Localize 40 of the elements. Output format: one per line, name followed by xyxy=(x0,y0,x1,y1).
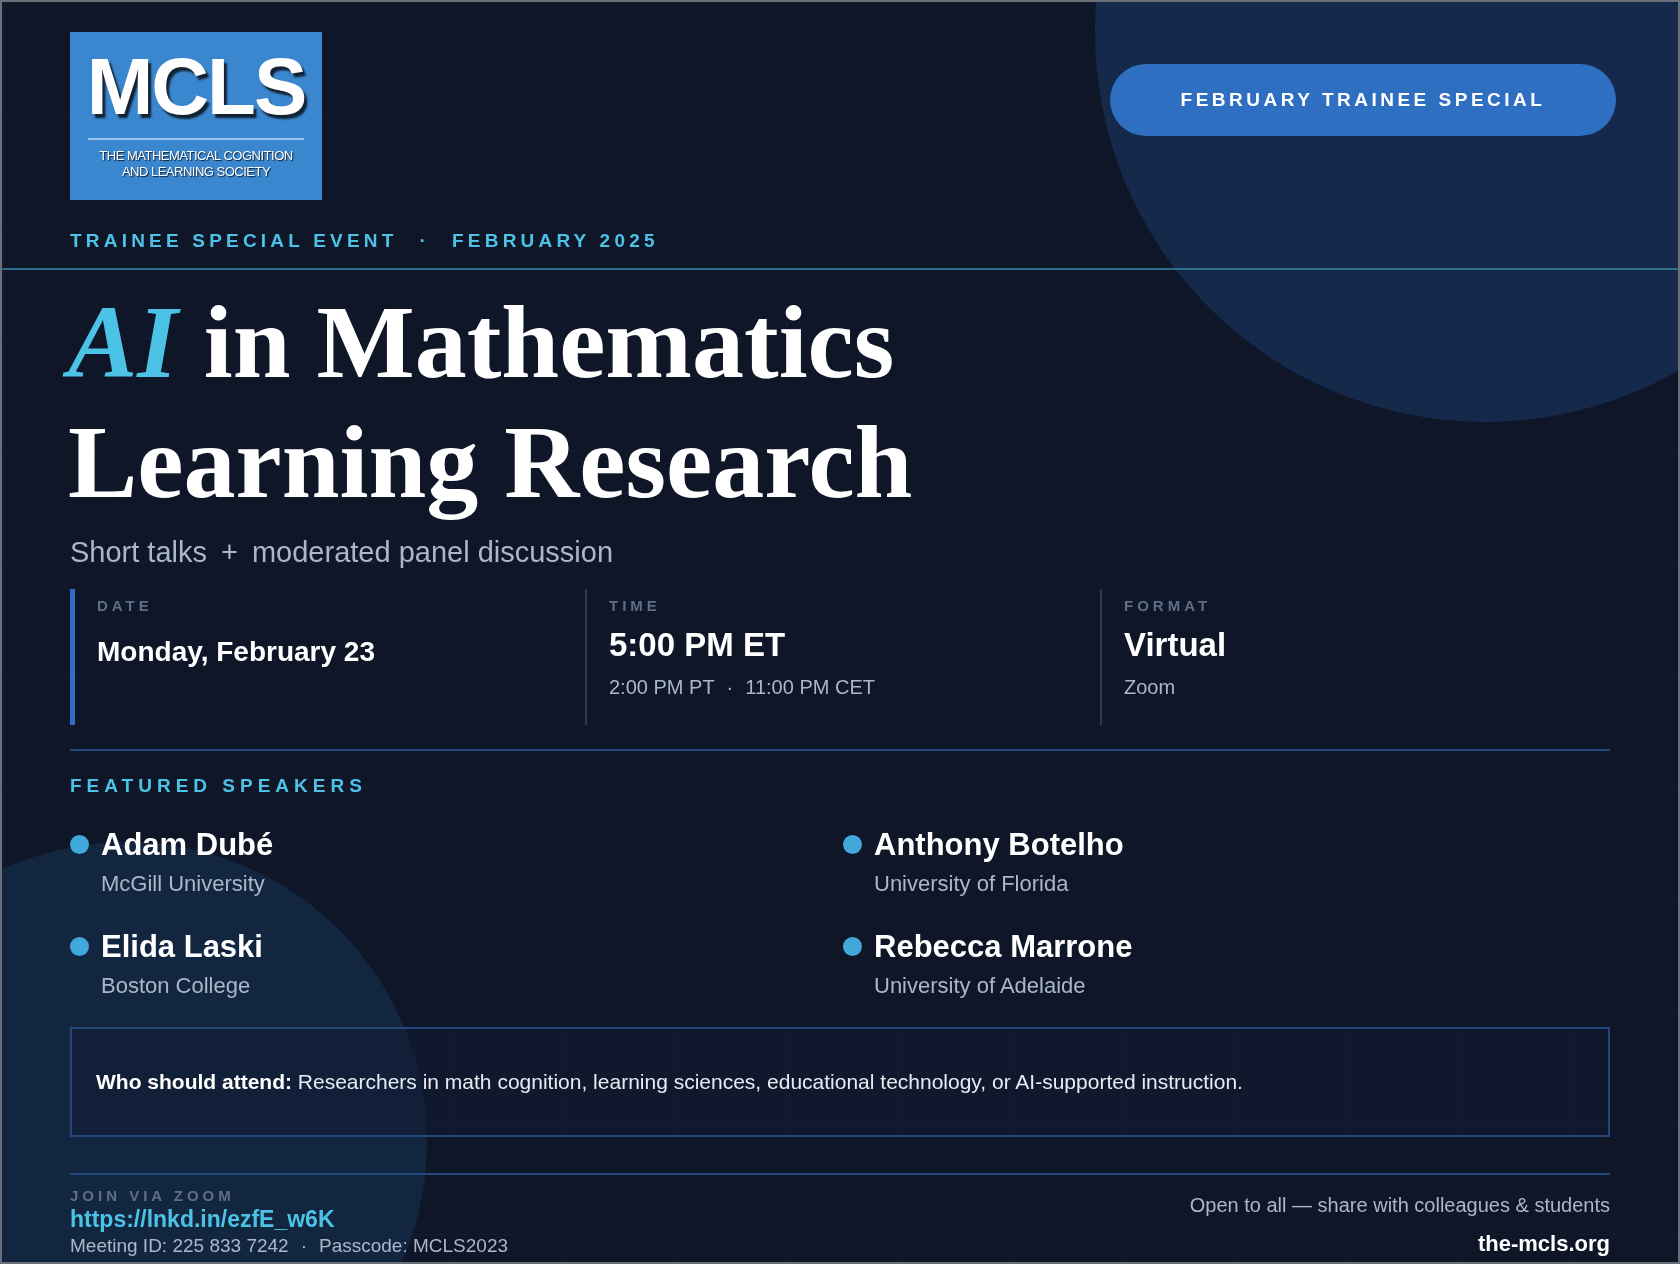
audience-note: Who should attend: Researchers in math cognition, learning sciences, educational technology, or AI-supported instruction. xyxy=(96,1070,1243,1094)
subtitle-text: moderated panel discussion xyxy=(251,536,614,569)
separator-dot: · xyxy=(419,230,431,252)
separator-dot: · xyxy=(726,676,734,699)
meeting-info: Passcode: MCLS2023 xyxy=(319,1235,509,1257)
detail-note: 11:00 PM CET xyxy=(745,676,875,699)
website-link[interactable]: the-mcls.org xyxy=(1477,1231,1610,1257)
speaker-affiliation: Boston College xyxy=(101,973,252,999)
plus-sign: + xyxy=(221,536,238,569)
logo-tagline: AND LEARNING SOCIETY xyxy=(121,164,271,180)
logo-tagline: THE MATHEMATICAL COGNITION xyxy=(99,148,293,164)
event-badge: FEBRUARY TRAINEE SPECIAL xyxy=(1110,64,1616,136)
detail-value: Virtual xyxy=(1124,626,1228,664)
speaker-name: Adam Dubé xyxy=(101,827,274,863)
section-heading: FEATURED SPEAKERS xyxy=(70,775,368,797)
detail-note: 2:00 PM PT xyxy=(609,676,715,699)
speaker-name: Anthony Botelho xyxy=(874,827,1124,863)
speaker-affiliation: University of Adelaide xyxy=(874,973,1087,999)
detail-label: FORMAT xyxy=(1124,597,1213,614)
logo-mark: MCLS xyxy=(86,42,306,132)
event-kicker: FEBRUARY 2025 xyxy=(452,230,659,252)
event-kicker: TRAINEE SPECIAL EVENT xyxy=(70,230,398,252)
share-note: Open to all — share with colleagues & students xyxy=(1189,1194,1610,1217)
bullet-icon xyxy=(843,937,862,956)
speaker-affiliation: McGill University xyxy=(101,871,266,897)
detail-label: TIME xyxy=(609,597,662,614)
join-label: JOIN VIA ZOOM xyxy=(70,1187,236,1204)
detail-label: DATE xyxy=(97,597,154,614)
meeting-info: Meeting ID: 225 833 7242 xyxy=(70,1235,289,1257)
subtitle-text: Short talks xyxy=(70,536,207,569)
speaker-affiliation: University of Florida xyxy=(874,871,1070,897)
zoom-link[interactable]: https://lnkd.in/ezfE_w6K xyxy=(70,1206,509,1233)
speaker-name: Rebecca Marrone xyxy=(874,929,1133,965)
detail-value: 5:00 PM ET xyxy=(609,626,787,664)
event-title: AI in Mathematics Learning Research xyxy=(60,278,927,528)
detail-note: Zoom xyxy=(1124,676,1176,699)
speaker-name: Elida Laski xyxy=(101,929,263,965)
separator-dot: · xyxy=(300,1235,307,1257)
bullet-icon xyxy=(843,835,862,854)
detail-value: Monday, February 23 xyxy=(97,636,376,668)
